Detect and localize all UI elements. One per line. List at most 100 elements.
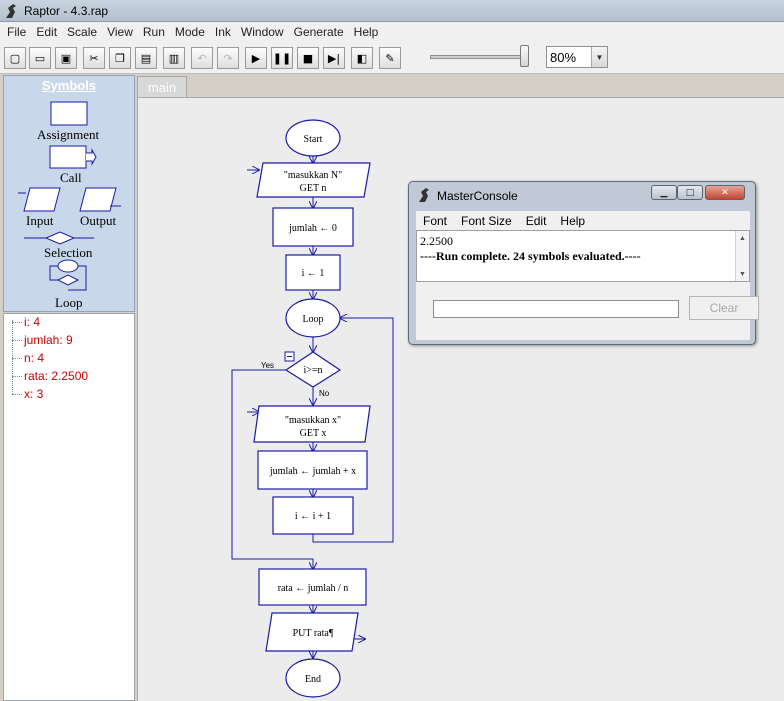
condition-text: i>=n [303, 365, 322, 376]
console-output-line: 2.2500 [420, 234, 453, 248]
undo-button[interactable]: ↶ [191, 47, 213, 69]
scroll-up-icon[interactable]: ▲ [736, 232, 749, 244]
assign-rata-text: rata ← jumlah / n [278, 583, 349, 594]
output-text: PUT rata¶ [293, 628, 334, 639]
close-icon: ✕ [721, 187, 729, 198]
stop-button[interactable]: ■ [297, 47, 319, 69]
pause-button[interactable]: ❚❚ [271, 47, 293, 69]
cut-button[interactable]: ✂ [83, 47, 105, 69]
loop-text: Loop [302, 314, 323, 325]
end-text: End [305, 674, 321, 685]
scroll-down-icon[interactable]: ▼ [736, 268, 749, 280]
menu-ink[interactable]: Ink [210, 25, 236, 39]
input-label: Input [26, 213, 54, 228]
step-button[interactable]: ▶| [323, 47, 345, 69]
start-text: Start [304, 134, 323, 145]
no-label: No [319, 389, 330, 398]
new-button[interactable]: ▢ [4, 47, 26, 69]
stop-icon: ■ [302, 51, 314, 65]
raptor-logo-icon [419, 188, 429, 202]
variable-rata: rata: 2.2500 [24, 369, 89, 383]
zoom-select[interactable]: 80% ▼ [546, 46, 608, 68]
new-icon: ▢ [9, 51, 21, 65]
test-server-button[interactable]: ◧ [351, 47, 373, 69]
toolbar: ▢ ▭ ▣ ✂ ❐ ▤ ▥ ↶ ↷ ▶ ❚❚ ■ ▶| ◧ ✎ [0, 42, 784, 74]
variable-item[interactable]: x: 3 [12, 386, 43, 402]
variable-n: n: 4 [24, 351, 45, 365]
input-symbol[interactable] [23, 187, 61, 212]
variable-item[interactable]: n: 4 [12, 350, 44, 366]
copy-button[interactable]: ❐ [109, 47, 131, 69]
console-menu-font[interactable]: Font [416, 214, 454, 228]
menu-generate[interactable]: Generate [289, 25, 349, 39]
yes-label: Yes [261, 361, 274, 370]
minimize-icon: ▁ [660, 187, 668, 198]
variables-panel: i: 4 jumlah: 9 n: 4 rata: 2.2500 x: 3 [3, 313, 135, 701]
save-icon: ▣ [60, 51, 72, 65]
paste-button[interactable]: ▤ [135, 47, 157, 69]
menu-mode[interactable]: Mode [170, 25, 210, 39]
step-icon: ▶| [327, 51, 341, 65]
variable-jumlah: jumlah: 9 [24, 333, 73, 347]
redo-button[interactable]: ↷ [217, 47, 239, 69]
variable-item[interactable]: jumlah: 9 [12, 332, 73, 348]
variable-item[interactable]: i: 4 [12, 314, 40, 330]
selection-symbol[interactable] [44, 231, 76, 245]
menu-window[interactable]: Window [236, 25, 289, 39]
redo-icon: ↷ [223, 51, 233, 65]
assignment-symbol[interactable] [50, 101, 88, 126]
variable-x: x: 3 [24, 387, 44, 401]
menu-scale[interactable]: Scale [62, 25, 102, 39]
copy-icon: ❐ [115, 51, 125, 65]
ink-pen-button[interactable]: ✎ [379, 47, 401, 69]
menu-run[interactable]: Run [138, 25, 170, 39]
console-menu-font-size[interactable]: Font Size [454, 214, 519, 228]
pen-icon: ✎ [385, 51, 395, 65]
open-button[interactable]: ▭ [29, 47, 51, 69]
print-button[interactable]: ▥ [163, 47, 185, 69]
loop-symbol[interactable] [57, 259, 79, 273]
console-scrollbar[interactable]: ▲ ▼ [735, 231, 749, 281]
menu-view[interactable]: View [102, 25, 138, 39]
input-n-get: GET n [300, 183, 327, 194]
menu-help[interactable]: Help [349, 25, 384, 39]
minimize-button[interactable]: ▁ [651, 185, 677, 200]
window-title: Raptor - 4.3.rap [24, 3, 109, 18]
collapse-toggle-icon[interactable] [284, 351, 295, 362]
call-symbol[interactable] [49, 145, 87, 169]
print-icon: ▥ [168, 51, 180, 65]
open-folder-icon: ▭ [34, 51, 46, 65]
title-bar: Raptor - 4.3.rap [0, 0, 784, 22]
symbols-palette: Symbols Assignment Call Input Output Sel… [3, 75, 135, 312]
tab-main[interactable]: main [137, 76, 187, 98]
assign-jumlah-text: jumlah ← 0 [288, 223, 337, 234]
selection-label: Selection [44, 245, 93, 260]
console-menu-edit[interactable]: Edit [519, 214, 554, 228]
console-output[interactable]: 2.2500 ----Run complete. 24 symbols eval… [416, 230, 750, 282]
speed-slider-track[interactable] [430, 55, 528, 59]
menu-file[interactable]: File [2, 25, 31, 39]
console-input[interactable] [433, 300, 679, 318]
assign-inc-text: i ← i + 1 [295, 511, 331, 522]
menu-edit[interactable]: Edit [31, 25, 62, 39]
run-button[interactable]: ▶ [245, 47, 267, 69]
menu-bar: File Edit Scale View Run Mode Ink Window… [0, 22, 784, 42]
raptor-logo-icon [6, 3, 16, 18]
assign-i-text: i ← 1 [302, 268, 325, 279]
close-button[interactable]: ✕ [705, 185, 745, 200]
console-title: MasterConsole [437, 189, 518, 203]
save-button[interactable]: ▣ [55, 47, 77, 69]
input-n-prompt: "masukkan N" [284, 170, 342, 181]
chevron-down-icon[interactable]: ▼ [591, 47, 607, 67]
maximize-button[interactable]: □ [677, 185, 703, 200]
console-menu-help[interactable]: Help [553, 214, 592, 228]
input-x-get: GET x [300, 428, 327, 439]
clear-button[interactable]: Clear [689, 296, 759, 320]
output-symbol[interactable] [79, 187, 117, 212]
zoom-value: 80% [550, 50, 577, 65]
console-menu-bar: Font Font Size Edit Help [416, 211, 750, 230]
output-label: Output [80, 213, 117, 228]
speed-slider-thumb[interactable] [520, 45, 529, 67]
variable-item[interactable]: rata: 2.2500 [12, 368, 88, 384]
maximize-icon: □ [685, 187, 695, 198]
